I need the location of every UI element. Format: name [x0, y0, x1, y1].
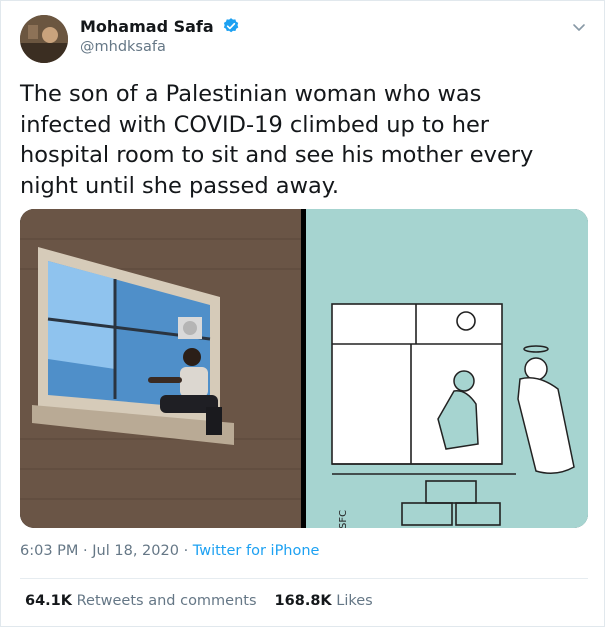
tweet-source-link[interactable]: Twitter for iPhone [193, 543, 320, 559]
tweet-date[interactable]: Jul 18, 2020 [92, 543, 179, 559]
meta-separator-2: · [183, 543, 189, 559]
cartoon-image[interactable]: SFC [306, 209, 588, 528]
divider [20, 578, 588, 579]
tweet-text: The son of a Palestinian woman who was i… [20, 81, 534, 199]
retweets-label: Retweets and comments [76, 593, 257, 609]
retweets-count: 64.1K [25, 593, 73, 609]
photo-image[interactable] [20, 209, 301, 528]
svg-text:SFC: SFC [338, 510, 349, 528]
display-name[interactable]: Mohamad Safa [80, 17, 240, 36]
user-handle[interactable]: @mhdksafa [80, 39, 166, 55]
retweets-stat[interactable]: 64.1K Retweets and comments [25, 593, 257, 609]
tweet-stats: 64.1K Retweets and comments 168.8K Likes [25, 593, 373, 609]
meta-separator: · [83, 543, 88, 559]
chevron-down-icon[interactable] [569, 17, 589, 37]
verified-badge-icon [224, 18, 239, 33]
likes-stat[interactable]: 168.8K Likes [275, 593, 373, 609]
avatar[interactable] [20, 15, 68, 63]
tweet-card: Mohamad Safa @mhdksafa The son of a Pale… [0, 0, 605, 627]
tweet-time[interactable]: 6:03 PM [20, 543, 78, 559]
likes-label: Likes [336, 593, 373, 609]
likes-count: 168.8K [274, 593, 332, 609]
tweet-media[interactable]: SFC [20, 209, 588, 528]
tweet-meta: 6:03 PM · Jul 18, 2020 · Twitter for iPh… [20, 543, 319, 559]
